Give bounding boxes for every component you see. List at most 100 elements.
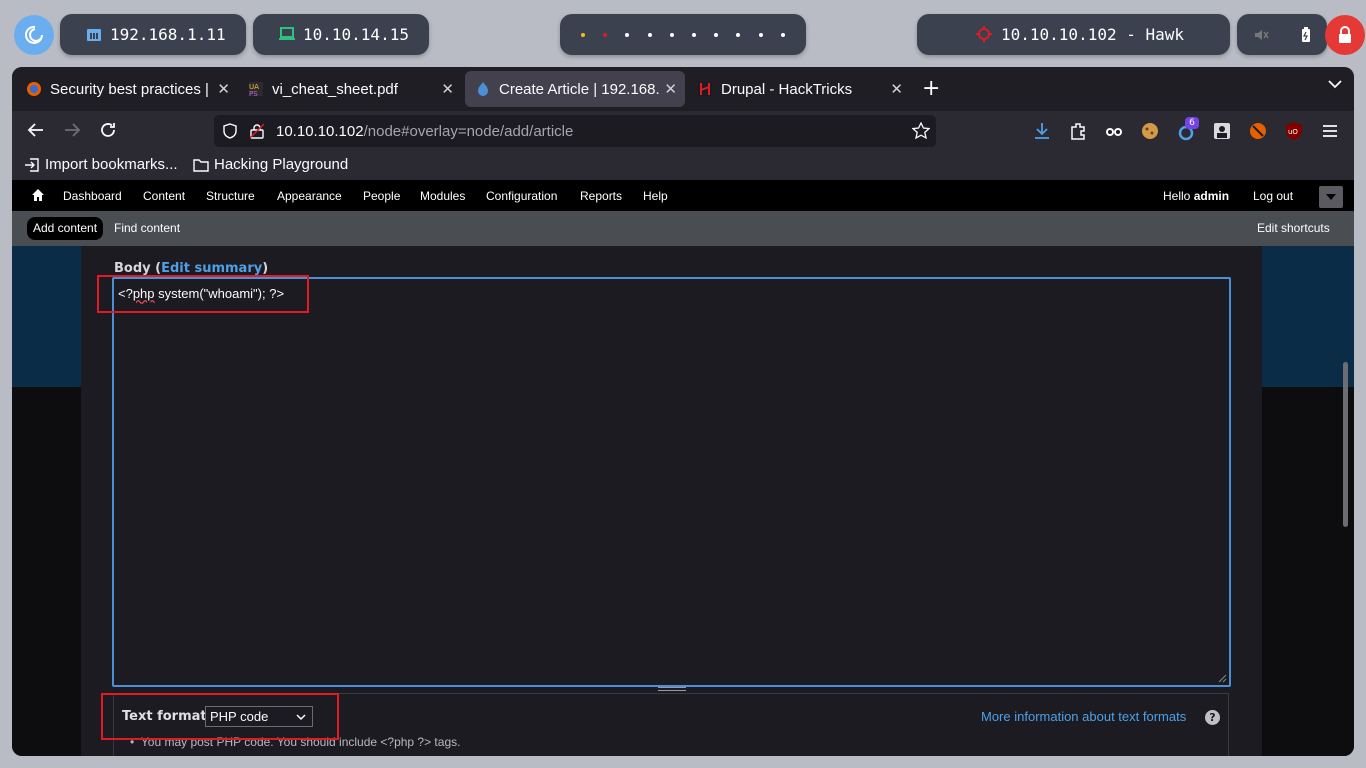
toolbar-structure[interactable]: Structure [206,189,255,203]
bookmark-star-icon[interactable] [912,122,930,140]
toolbar-greeting: Hello admin [1163,189,1229,203]
tab-vi-cheat-sheet[interactable]: UA PS vi_cheat_sheet.pdf ✕ [238,71,462,107]
target-crosshair-icon [976,26,992,42]
workspace-switcher[interactable] [560,14,806,55]
bookmark-label: Import bookmarks... [45,156,178,173]
close-tab-icon[interactable]: ✕ [441,80,454,98]
battery-icon[interactable] [1301,26,1311,43]
address-bar[interactable]: 10.10.10.102/node#overlay=node/add/artic… [214,115,936,147]
body-textarea[interactable]: <?php system("whoami"); ?> [112,277,1231,687]
toolbar-people[interactable]: People [363,189,400,203]
tab-drupal-hacktricks[interactable]: Drupal - HackTricks ✕ [687,71,911,107]
firefox-icon [27,82,41,96]
tab-title: Drupal - HackTricks [721,80,853,98]
bookmark-label: Hacking Playground [214,156,349,173]
folder-icon [193,158,209,172]
edit-shortcuts-link[interactable]: Edit shortcuts [1257,221,1330,235]
local-ip-widget[interactable]: 192.168.1.11 [60,14,246,55]
os-menu-button[interactable] [14,15,54,55]
reload-icon[interactable] [99,121,117,139]
toolbar-logout[interactable]: Log out [1253,189,1293,203]
local-ip-text: 192.168.1.11 [110,25,226,44]
page-scrollbar[interactable] [1343,362,1348,527]
lock-icon[interactable] [250,123,264,139]
edit-summary-link[interactable]: Edit summary [161,261,262,276]
toolbar-toggle-button[interactable] [1319,186,1343,208]
close-tab-icon[interactable]: ✕ [217,80,230,98]
help-icon[interactable]: ? [1205,710,1220,725]
network-icon [87,29,101,41]
bookmarks-toolbar: Import bookmarks... Hacking Playground [12,151,1354,180]
toolbar-appearance[interactable]: Appearance [277,189,342,203]
annotation-box-format [101,693,339,740]
debian-swirl-icon [25,25,43,44]
toolbar-dashboard[interactable]: Dashboard [63,189,122,203]
forward-icon[interactable] [63,121,81,139]
text-formats-info-link[interactable]: More information about text formats [981,709,1186,724]
vpn-ip-text: 10.10.14.15 [303,25,409,44]
workspace-dot[interactable] [603,32,608,37]
tab-create-article[interactable]: Create Article | 192.168. ✕ [465,71,685,107]
ublock-icon[interactable]: uO [1284,121,1304,141]
home-icon[interactable] [31,188,45,202]
user-agent-switcher-icon[interactable] [1212,121,1232,141]
tab-strip: Security best practices | ✕ UA PS vi_chea… [12,67,1354,111]
system-tray [1237,14,1327,55]
drupal-shortcuts-bar: Add content Find content Edit shortcuts [12,211,1354,246]
target-widget[interactable]: 10.10.10.102 - Hawk [917,14,1230,55]
new-tab-button[interactable]: + [922,76,940,101]
workspace-dot[interactable] [714,32,719,37]
workspace-dot[interactable] [625,32,630,37]
toolbar-reports[interactable]: Reports [580,189,622,203]
shortcut-add-content[interactable]: Add content [27,217,104,240]
workspace-dot[interactable] [647,32,652,37]
cookie-icon[interactable] [1140,121,1160,141]
close-tab-icon[interactable]: ✕ [664,80,677,98]
tab-title: Create Article | 192.168. [499,80,660,98]
svg-text:uO: uO [1288,128,1298,136]
spy-extension-icon[interactable] [1104,121,1124,141]
chevron-down-icon[interactable] [1328,79,1342,89]
drupal-admin-toolbar: Dashboard Content Structure Appearance P… [12,180,1354,211]
extensions-icon[interactable] [1068,121,1088,141]
tab-title: vi_cheat_sheet.pdf [272,80,398,98]
bookmark-folder-hacking-playground[interactable]: Hacking Playground [193,156,348,173]
browser-window: Security best practices | ✕ UA PS vi_chea… [12,67,1354,756]
toolbar-configuration[interactable]: Configuration [486,189,557,203]
shortcut-find-content[interactable]: Find content [114,221,180,235]
close-tab-icon[interactable]: ✕ [890,80,903,98]
username[interactable]: admin [1194,189,1229,203]
workspace-dot[interactable] [581,32,586,37]
volume-muted-icon[interactable] [1253,27,1269,43]
lock-icon [1339,26,1351,43]
navigation-toolbar: 10.10.10.102/node#overlay=node/add/artic… [12,111,1354,151]
shield-icon[interactable] [222,123,238,139]
resize-handle-icon[interactable] [1218,674,1227,683]
workspace-dot[interactable] [780,32,785,37]
body-label-text: Body [114,261,151,276]
back-icon[interactable] [27,121,45,139]
workspace-dot[interactable] [692,32,697,37]
lock-screen-button[interactable] [1325,15,1365,55]
drupal-icon [478,82,488,96]
target-text: 10.10.10.102 - Hawk [1001,25,1185,44]
workspace-dot[interactable] [758,32,763,37]
body-field-label: Body (Edit summary) [114,261,269,276]
textarea-grippie[interactable] [658,687,686,691]
downloads-icon[interactable] [1032,121,1052,141]
foxyproxy-icon[interactable] [1248,121,1268,141]
tab-title: Security best practices | [50,80,209,98]
bookmark-import[interactable]: Import bookmarks... [24,156,178,173]
url-host: 10.10.10.102 [276,122,364,140]
triangle-down-icon [1326,194,1336,200]
workspace-dot[interactable] [736,32,741,37]
menu-hamburger-icon[interactable] [1320,121,1340,141]
toolbar-help[interactable]: Help [643,189,668,203]
vpn-ip-widget[interactable]: 10.10.14.15 [253,14,429,55]
toolbar-modules[interactable]: Modules [420,189,465,203]
toolbar-content[interactable]: Content [143,189,185,203]
workspace-dot[interactable] [669,32,674,37]
tab-security-best-practices[interactable]: Security best practices | ✕ [16,71,238,107]
import-icon [25,157,39,172]
url-path: /node#overlay=node/add/article [363,122,574,140]
